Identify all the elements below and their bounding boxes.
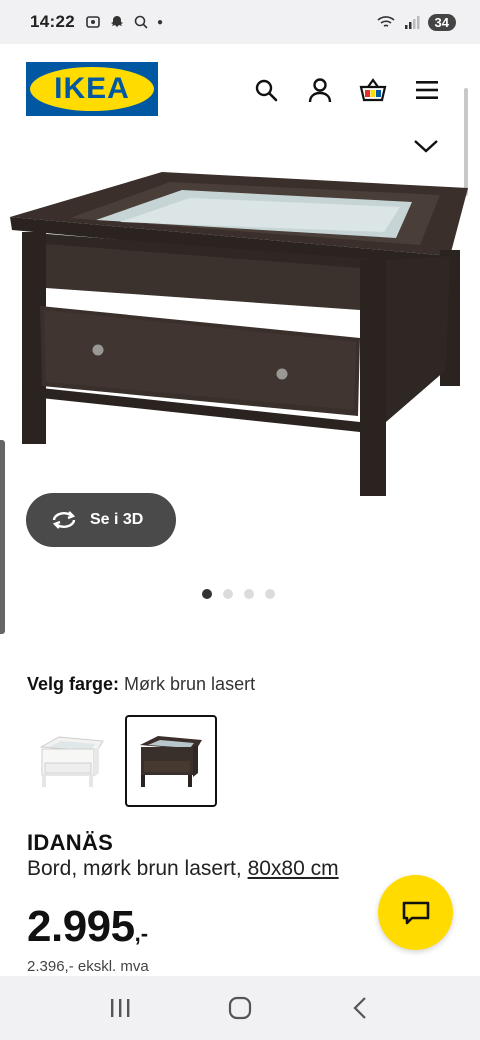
color-label: Velg farge: — [27, 674, 120, 694]
edge-panel-handle[interactable] — [0, 440, 5, 634]
color-swatch-dark-brown[interactable] — [125, 715, 217, 807]
wifi-icon — [376, 16, 395, 27]
product-size-link[interactable]: 80x80 cm — [248, 857, 339, 880]
color-value: Mørk brun lasert — [124, 674, 256, 694]
rotate-3d-icon — [52, 511, 76, 529]
search-status-icon — [134, 15, 148, 29]
product-description-text: Bord, mørk brun lasert, — [27, 857, 242, 880]
signal-icon — [404, 16, 420, 29]
status-system-icons: 34 — [376, 13, 456, 31]
user-icon[interactable] — [306, 76, 334, 104]
recent-apps-button[interactable] — [100, 988, 140, 1028]
view-in-3d-button[interactable]: Se i 3D — [26, 493, 176, 547]
status-time: 14:22 — [30, 12, 75, 31]
battery-indicator: 34 — [427, 13, 456, 31]
ikea-logo[interactable]: IKEA — [26, 62, 158, 116]
price: 2.995 ,- — [27, 902, 148, 952]
system-navigation-bar — [0, 976, 480, 1040]
chevron-down-icon[interactable] — [412, 136, 440, 156]
menu-icon[interactable] — [413, 76, 441, 104]
pagination-dot[interactable] — [265, 589, 275, 599]
product-image[interactable] — [0, 160, 480, 510]
search-icon[interactable] — [252, 76, 280, 104]
price-ex-vat: 2.396,- ekskl. mva — [27, 958, 149, 975]
chat-icon — [402, 901, 429, 924]
status-bar: 14:22 ● 34 — [0, 0, 480, 44]
chat-button[interactable] — [378, 875, 453, 950]
screenshot-icon — [86, 16, 100, 28]
logo-text: IKEA — [54, 72, 130, 105]
home-button[interactable] — [220, 988, 260, 1028]
back-button[interactable] — [340, 988, 380, 1028]
status-notification-icons: ● — [85, 14, 163, 30]
product-description: Bord, mørk brun lasert, 80x80 cm — [27, 857, 339, 881]
color-selector-heading: Velg farge: Mørk brun lasert — [27, 674, 255, 695]
shopping-basket-icon[interactable] — [359, 76, 387, 104]
pagination-dot[interactable] — [244, 589, 254, 599]
back-icon — [353, 997, 366, 1019]
home-icon — [228, 996, 252, 1020]
site-header: IKEA — [0, 44, 480, 144]
view-in-3d-label: Se i 3D — [90, 511, 144, 528]
color-swatch-white[interactable] — [26, 715, 118, 807]
more-notifications-dot-icon: ● — [156, 16, 164, 28]
image-pagination — [202, 589, 275, 599]
pagination-dot[interactable] — [223, 589, 233, 599]
price-suffix: ,- — [134, 921, 149, 946]
product-name: IDANÄS — [27, 830, 114, 855]
recent-apps-icon — [111, 999, 130, 1017]
price-main: 2.995 — [27, 902, 135, 951]
snapchat-icon — [110, 16, 123, 27]
pagination-dot[interactable] — [202, 589, 212, 599]
